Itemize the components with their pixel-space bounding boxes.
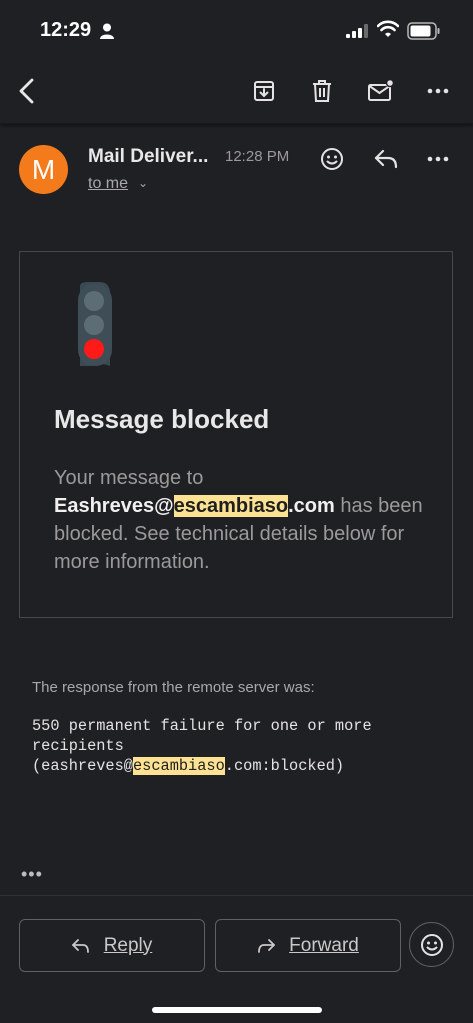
more-options-button[interactable] <box>421 74 455 108</box>
trash-icon <box>313 80 331 102</box>
back-button[interactable] <box>10 74 44 108</box>
email-tld: .com <box>288 495 335 517</box>
body-prefix: Your message to <box>54 467 204 489</box>
avatar[interactable]: M <box>19 145 68 194</box>
response-label: The response from the remote server was: <box>32 679 315 696</box>
reply-button[interactable] <box>369 142 403 176</box>
message-blocked-card: Message blocked Your message to Eashreve… <box>19 251 453 618</box>
more-horiz-icon <box>427 88 449 94</box>
home-indicator[interactable] <box>152 1007 322 1013</box>
code-domain-highlight: escambiaso <box>132 757 225 775</box>
card-body: Your message to Eashreves@escambiaso.com… <box>54 464 434 576</box>
signal-icon <box>346 24 368 38</box>
reply-icon <box>374 149 398 169</box>
forward-label: Forward <box>289 934 359 956</box>
chevron-down-icon[interactable]: ⌄ <box>138 176 148 190</box>
wifi-icon <box>377 20 399 37</box>
email-user: Eashreves@ <box>54 495 174 517</box>
status-bar: 12:29 <box>0 0 473 60</box>
mark-unread-icon <box>368 79 395 101</box>
archive-icon <box>254 81 274 101</box>
email-domain-highlight: escambiaso <box>173 495 289 517</box>
code-suffix: .com:blocked) <box>224 757 345 775</box>
mark-unread-button[interactable] <box>364 74 398 108</box>
delete-button[interactable] <box>305 74 339 108</box>
show-trimmed-content-button[interactable]: ••• <box>21 864 43 885</box>
sender-name[interactable]: Mail Deliver... <box>88 146 208 168</box>
reply-label: Reply <box>103 934 153 956</box>
reply-icon <box>71 938 89 953</box>
emoji-reaction-button[interactable] <box>409 922 454 967</box>
reply-action-button[interactable]: Reply <box>19 919 205 972</box>
recipient-email[interactable]: Eashreves@escambiaso.com <box>54 495 335 517</box>
archive-button[interactable] <box>247 74 281 108</box>
battery-icon <box>407 22 440 40</box>
toolbar <box>0 60 473 124</box>
forward-action-button[interactable]: Forward <box>215 919 401 972</box>
status-time: 12:29 <box>40 19 92 41</box>
response-code: 550 permanent failure for one or more re… <box>32 716 452 776</box>
person-icon <box>100 23 114 39</box>
back-arrow-icon <box>19 78 34 104</box>
forward-icon <box>258 938 276 953</box>
sender-row: M Mail Deliver... 12:28 PM to me ⌄ <box>0 140 473 210</box>
card-title: Message blocked <box>54 404 270 434</box>
traffic-light-icon <box>78 282 112 366</box>
emoji-icon <box>420 933 443 956</box>
emoji-icon <box>321 148 343 170</box>
react-emoji-button[interactable] <box>315 142 349 176</box>
more-horiz-icon <box>427 156 449 162</box>
recipients-link[interactable]: to me <box>88 175 128 193</box>
message-more-button[interactable] <box>421 142 455 176</box>
divider <box>0 895 473 896</box>
sender-time: 12:28 PM <box>225 148 290 165</box>
